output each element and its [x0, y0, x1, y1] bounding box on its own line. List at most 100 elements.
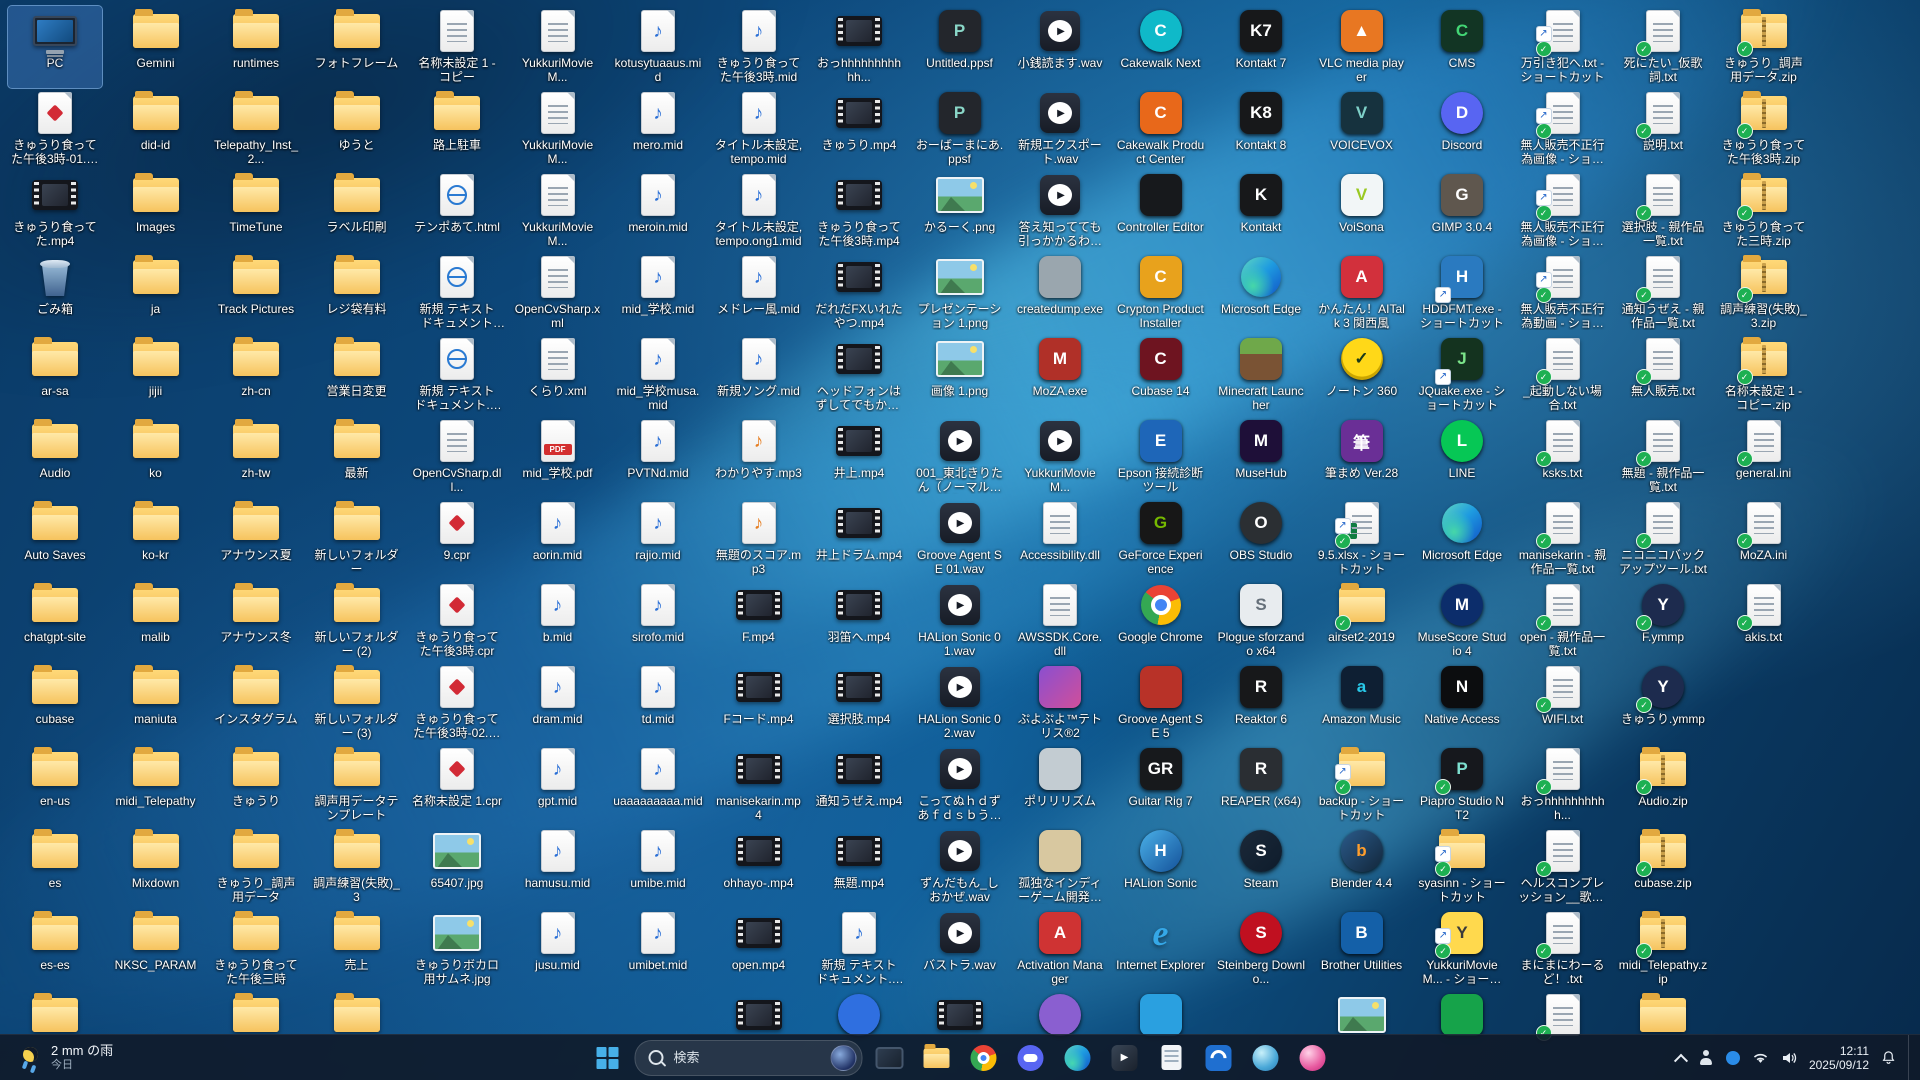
desktop-icon[interactable]: ✓ きゅうり食ってた三時.zip	[1717, 170, 1811, 252]
desktop-icon[interactable]: H HALion Sonic	[1114, 826, 1208, 908]
desktop-icon[interactable]: ポリリリズム	[1013, 744, 1107, 826]
desktop-icon[interactable]: きゅうり食ってた午後三時	[209, 908, 303, 990]
desktop-icon[interactable]: ✓ akis.txt	[1717, 580, 1811, 662]
desktop-icon[interactable]: ♪ mid_学校.mid	[611, 252, 705, 334]
desktop-icon[interactable]: ▶ YukkuriMovieM...	[1013, 416, 1107, 498]
desktop-icon[interactable]: malib	[109, 580, 203, 662]
desktop-icon[interactable]: ♪ 無題のスコア.mp3	[712, 498, 806, 580]
desktop-icon[interactable]: P おーばーまにあ.ppsf	[913, 88, 1007, 170]
desktop-icon[interactable]: Auto Saves	[8, 498, 102, 580]
desktop-icon[interactable]: zh-cn	[209, 334, 303, 416]
desktop-icon[interactable]: ゆうと	[310, 88, 404, 170]
desktop-icon[interactable]: YukkuriMovieM...	[511, 170, 605, 252]
notification-bell-icon[interactable]	[1881, 1050, 1896, 1065]
desktop-icon[interactable]: 新しいフォルダー	[310, 498, 404, 580]
desktop-icon[interactable]: ♪ わかりやす.mp3	[712, 416, 806, 498]
desktop-icon[interactable]: C Cakewalk Next	[1114, 6, 1208, 88]
desktop-icon[interactable]: Groove Agent SE 5	[1114, 662, 1208, 744]
desktop-icon[interactable]: ar-sa	[8, 334, 102, 416]
desktop-icon[interactable]: F.mp4	[712, 580, 806, 662]
desktop-icon[interactable]: cubase	[8, 662, 102, 744]
desktop-icon[interactable]: AWSSDK.Core.dll	[1013, 580, 1107, 662]
desktop-icon[interactable]: ♪ 新規ソング.mid	[712, 334, 806, 416]
desktop-icon[interactable]: GR Guitar Rig 7	[1114, 744, 1208, 826]
desktop-icon[interactable]: 新規 テキスト ドキュメント (2).html	[410, 252, 504, 334]
desktop-icon[interactable]: Y✓↗YukkuriMovieM... - ショートカット	[1415, 908, 1509, 990]
desktop-icon[interactable]: ▶ 新規エクスポート.wav	[1013, 88, 1107, 170]
desktop-icon[interactable]: 井上ドラム.mp4	[812, 498, 906, 580]
desktop-icon[interactable]: M MuseScore Studio 4	[1415, 580, 1509, 662]
desktop-icon[interactable]: Minecraft Launcher	[1214, 334, 1308, 416]
desktop-icon[interactable]: ▶ Groove Agent SE 01.wav	[913, 498, 1007, 580]
weather-widget[interactable]: 2 mm の雨 今日	[8, 1035, 125, 1080]
desktop-icon[interactable]: ♪ タイトル未設定, tempo.ong1.mid	[712, 170, 806, 252]
desktop-icon[interactable]: 名称未設定 1.cpr	[410, 744, 504, 826]
desktop-icon[interactable]: ♪ きゅうり食ってた午後3時.mid	[712, 6, 806, 88]
desktop-icon[interactable]: かるーく.png	[913, 170, 1007, 252]
desktop-icon[interactable]: ✓ ↗ backup - ショートカット	[1315, 744, 1409, 826]
desktop-icon[interactable]: ko-kr	[109, 498, 203, 580]
desktop-icon[interactable]: ヘッドフォンはずしてでもかう.mp4	[812, 334, 906, 416]
desktop-icon[interactable]: OpenCvSharp.xml	[511, 252, 605, 334]
desktop-icon[interactable]: Images	[109, 170, 203, 252]
desktop-icon[interactable]: ラベル印刷	[310, 170, 404, 252]
taskbar-app-chrome[interactable]	[964, 1038, 1004, 1078]
taskbar-app-explorer[interactable]	[917, 1038, 957, 1078]
desktop-icon[interactable]: ko	[109, 416, 203, 498]
desktop-icon[interactable]: C CMS	[1415, 6, 1509, 88]
desktop-icon[interactable]: Gemini	[109, 6, 203, 88]
desktop-icon[interactable]: ♪ タイトル未設定, tempo.mid	[712, 88, 806, 170]
desktop-icon[interactable]: Microsoft Edge	[1415, 498, 1509, 580]
taskbar-app-task-view[interactable]	[870, 1038, 910, 1078]
desktop-icon[interactable]: ✓ヘルスコンプレッション__歌詞.txt	[1516, 826, 1610, 908]
start-button[interactable]	[588, 1038, 628, 1078]
desktop-icon[interactable]: ✓ airset2-2019	[1315, 580, 1409, 662]
taskbar-app-media-player[interactable]: ▶	[1105, 1038, 1145, 1078]
desktop-icon[interactable]: ✓ general.ini	[1717, 416, 1811, 498]
desktop-icon[interactable]: jijii	[109, 334, 203, 416]
desktop-icon[interactable]: 新しいフォルダー (2)	[310, 580, 404, 662]
desktop-icon[interactable]: ✓ ニコニコバックアップツール.txt	[1616, 498, 1710, 580]
desktop-icon[interactable]: G GeForce Experience	[1114, 498, 1208, 580]
desktop-icon[interactable]: 調声用データテンプレート	[310, 744, 404, 826]
desktop-icon[interactable]: Google Chrome	[1114, 580, 1208, 662]
desktop-icon[interactable]: K8 Kontakt 8	[1214, 88, 1308, 170]
desktop-icon[interactable]: ✓ ksks.txt	[1516, 416, 1610, 498]
desktop-icon[interactable]: ♪ rajio.mid	[611, 498, 705, 580]
desktop-icon[interactable]: R REAPER (x64)	[1214, 744, 1308, 826]
desktop-icon[interactable]: ♪ メドレー風.mid	[712, 252, 806, 334]
desktop-icon[interactable]: H ↗ HDDFMT.exe - ショートカット	[1415, 252, 1509, 334]
desktop-icon[interactable]: ✓↗無人販売不正行為動画 - ショートカット	[1516, 252, 1610, 334]
desktop-icon[interactable]: アナウンス冬	[209, 580, 303, 662]
desktop-icon[interactable]: ✓ 無題 - 親作品一覧.txt	[1616, 416, 1710, 498]
taskbar-app-discord[interactable]	[1011, 1038, 1051, 1078]
desktop-icon[interactable]: 最新	[310, 416, 404, 498]
desktop-icon[interactable]: manisekarin.mp4	[712, 744, 806, 826]
desktop-icon[interactable]: createdump.exe	[1013, 252, 1107, 334]
desktop-icon[interactable]: maniuta	[109, 662, 203, 744]
desktop-icon[interactable]: ▶答え知ってても引っかかるわこれ.wav	[1013, 170, 1107, 252]
desktop-icon[interactable]: 無題.mp4	[812, 826, 906, 908]
desktop-icon[interactable]: きゅうり食ってた午後3時.cpr	[410, 580, 504, 662]
desktop-icon[interactable]: Audio	[8, 416, 102, 498]
taskbar-app-blue-wave[interactable]	[1199, 1038, 1239, 1078]
tray-app-icon[interactable]	[1725, 1050, 1740, 1065]
desktop-icon[interactable]: midi_Telepathy	[109, 744, 203, 826]
desktop-icon[interactable]: Y ✓ F.ymmp	[1616, 580, 1710, 662]
desktop-icon[interactable]: ▶ HALion Sonic 02.wav	[913, 662, 1007, 744]
taskbar-app-edge[interactable]	[1058, 1038, 1098, 1078]
desktop-icon[interactable]: L LINE	[1415, 416, 1509, 498]
desktop-icon[interactable]: ▶ 小銭読ます.wav	[1013, 6, 1107, 88]
desktop-icon[interactable]: G GIMP 3.0.4	[1415, 170, 1509, 252]
desktop-icon[interactable]: Accessibility.dll	[1013, 498, 1107, 580]
desktop-icon[interactable]: ✓ WIFI.txt	[1516, 662, 1610, 744]
desktop-icon[interactable]: ✓ きゅうり食ってた午後3時.zip	[1717, 88, 1811, 170]
desktop-icon[interactable]: ♪ dram.mid	[511, 662, 605, 744]
desktop-icon[interactable]: ja	[109, 252, 203, 334]
desktop-icon[interactable]: 画像 1.png	[913, 334, 1007, 416]
desktop-icon[interactable]: ohhayo-.mp4	[712, 826, 806, 908]
desktop-icon[interactable]: runtimes	[209, 6, 303, 88]
desktop-icon[interactable]: S Steam	[1214, 826, 1308, 908]
desktop-icon[interactable]: S Plogue sforzando x64	[1214, 580, 1308, 662]
desktop-icon[interactable]: S Steinberg Downlo...	[1214, 908, 1308, 990]
